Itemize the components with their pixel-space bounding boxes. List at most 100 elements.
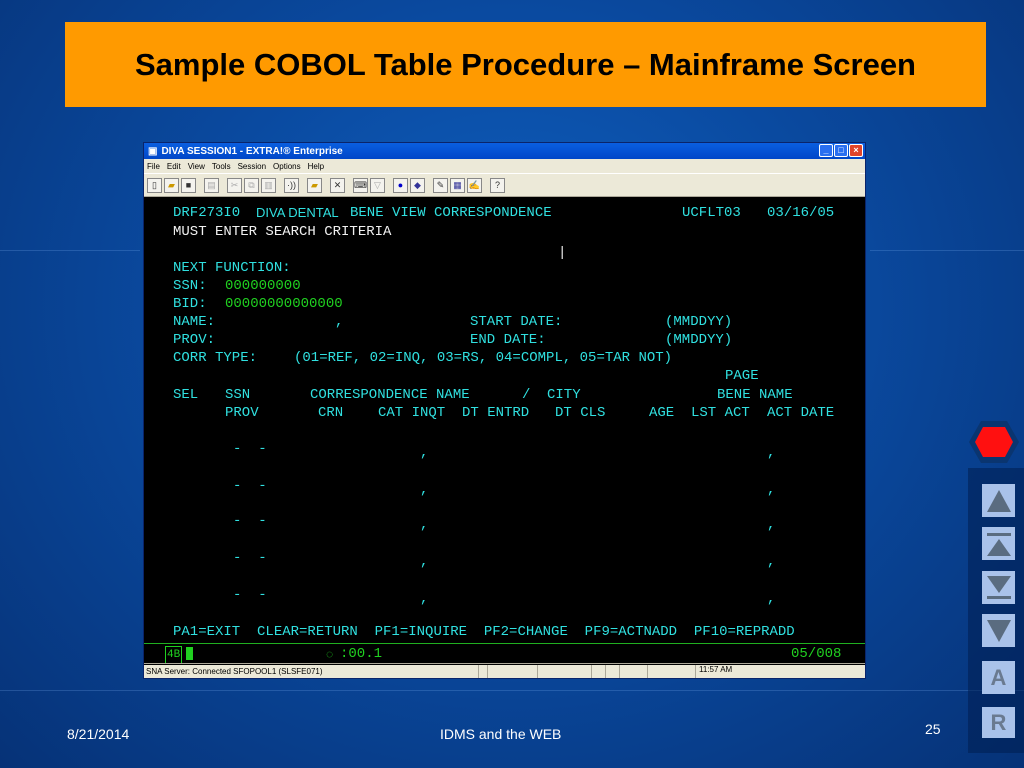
header-dt-entrd: DT ENTRD [462,405,530,421]
prov-label: PROV: [173,332,216,348]
screen-title: BENE VIEW CORRESPONDENCE [350,205,552,221]
button-a[interactable]: A [982,661,1015,694]
header-age: AGE [649,405,675,421]
menu-options[interactable]: Options [273,162,301,171]
header-act-date: ACT DATE [767,405,835,421]
corr-type-options: (01=REF, 02=INQ, 03=RS, 04=COMPL, 05=TAR… [294,350,673,366]
screen-date: 03/16/05 [767,205,835,221]
row-comma: , [767,482,776,498]
row-comma: , [767,554,776,570]
row-comma: , [420,554,429,570]
menu-view[interactable]: View [188,162,205,171]
folder-icon[interactable]: ▰ [307,177,322,193]
bid-field[interactable]: 00000000000000 [225,296,343,312]
paste-icon[interactable]: ▥ [261,177,276,193]
start-date-format: (MMDDYY) [665,314,733,330]
scroll-top-button[interactable] [982,527,1015,560]
row-comma: , [767,445,776,461]
next-function-label: NEXT FUNCTION: [173,260,291,276]
corr-type-label: CORR TYPE: [173,350,258,366]
end-date-format: (MMDDYY) [665,332,733,348]
maximize-button[interactable]: □ [834,144,848,157]
header-dt-cls: DT CLS [555,405,606,421]
menu-bar: File Edit View Tools Session Options Hel… [144,159,865,173]
cursor-position: 05/008 [791,646,842,662]
status-clock: 11:57 AM [695,664,732,678]
end-date-label: END DATE: [470,332,546,348]
row-ssn[interactable]: - - [233,587,267,603]
scroll-down-button[interactable] [982,614,1015,647]
name-comma[interactable]: , [335,314,343,330]
message-line: MUST ENTER SEARCH CRITERIA [173,224,392,240]
status-bar: SNA Server: Connected SFOPOOL1 (SLSFE071… [144,663,865,678]
macro-icon[interactable]: ◆ [410,177,425,193]
row-ssn[interactable]: - - [233,550,267,566]
close-button[interactable]: × [849,144,863,157]
program-id: DRF273I0 [173,205,241,221]
oia-cursor-block [186,647,193,660]
slide-number: 25 [925,721,941,737]
keyboard-icon[interactable]: ⌨ [353,177,368,193]
header-ssn: SSN [225,387,251,403]
row-comma: , [420,517,429,533]
stop-icon[interactable] [968,419,1020,465]
open-icon[interactable]: ▰ [164,177,179,193]
scroll-up-button[interactable] [982,484,1015,517]
edit-icon[interactable]: ✎ [433,177,448,193]
window-titlebar: ▣ DIVA SESSION1 - EXTRA!® Enterprise _ □… [144,143,865,159]
header-lst-act: LST ACT [691,405,750,421]
footer-date: 8/21/2014 [67,726,130,742]
row-comma: , [420,591,429,607]
mainframe-screen[interactable]: DRF273I0 DIVA DENTAL BENE VIEW CORRESPON… [144,197,865,665]
bid-label: BID: [173,296,207,312]
header-corr-name: CORRESPONDENCE NAME [310,387,470,403]
new-icon[interactable]: ▯ [147,177,162,193]
header-city: CITY [547,387,581,403]
row-comma: , [767,517,776,533]
help-icon[interactable]: ? [490,177,505,193]
oia-divider [144,643,865,644]
pf-keys-legend: PA1=EXIT CLEAR=RETURN PF1=INQUIRE PF2=CH… [173,624,795,640]
print-icon[interactable]: ▤ [204,177,219,193]
terminal-window: ▣ DIVA SESSION1 - EXTRA!® Enterprise _ □… [143,142,866,679]
ssn-field[interactable]: 000000000 [225,278,301,294]
header-bene-name: BENE NAME [717,387,793,403]
row-ssn[interactable]: - - [233,513,267,529]
app-icon: ▣ [148,145,158,157]
tools-icon[interactable]: ✕ [330,177,345,193]
header-page: PAGE [725,368,759,384]
copy-icon[interactable]: ⧉ [244,177,259,193]
save-icon[interactable]: ■ [181,177,196,193]
row-comma: , [420,445,429,461]
system-name: DIVA DENTAL [256,205,339,220]
menu-session[interactable]: Session [238,162,266,171]
toolbar: ▯ ▰ ■ ▤ ✂ ⧉ ▥ ·)) ▰ ✕ ⌨ ▽ ● ◆ ✎ ▦ ✍ ? [144,173,865,197]
slide-title-banner: Sample COBOL Table Procedure – Mainframe… [65,22,986,107]
row-ssn[interactable]: - - [233,478,267,494]
minimize-button[interactable]: _ [819,144,833,157]
header-prov: PROV [225,405,259,421]
menu-file[interactable]: File [147,162,160,171]
name-label: NAME: [173,314,216,330]
header-sel: SEL [173,387,199,403]
clock-icon: ◌ [326,648,334,662]
connection-status: SNA Server: Connected SFOPOOL1 (SLSFE071… [146,666,323,676]
header-slash: / [522,387,531,403]
filter-icon[interactable]: ▽ [370,177,385,193]
row-ssn[interactable]: - - [233,441,267,457]
user-id: UCFLT03 [682,205,741,221]
footer-text: IDMS and the WEB [440,726,562,742]
oia-indicator: 4B [165,646,183,664]
menu-tools[interactable]: Tools [212,162,231,171]
settings-icon[interactable]: ▦ [450,177,465,193]
cursor: | [558,245,567,261]
cut-icon[interactable]: ✂ [227,177,242,193]
record-icon[interactable]: ● [393,177,408,193]
menu-edit[interactable]: Edit [167,162,181,171]
sign-icon[interactable]: ✍ [467,177,482,193]
scroll-bottom-button[interactable] [982,571,1015,604]
ssn-label: SSN: [173,278,207,294]
connect-icon[interactable]: ·)) [284,177,299,193]
menu-help[interactable]: Help [308,162,324,171]
button-r[interactable]: R [982,707,1015,738]
